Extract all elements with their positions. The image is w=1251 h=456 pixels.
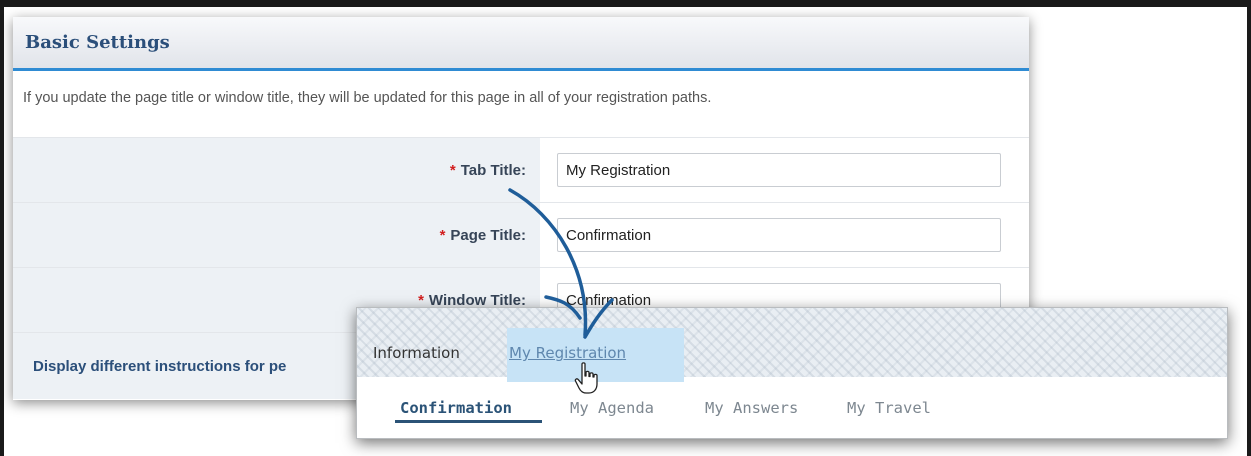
- hand-pointer-icon: [574, 362, 598, 394]
- panel-title: Basic Settings: [25, 32, 170, 53]
- required-marker: *: [449, 161, 456, 179]
- required-marker: *: [418, 291, 424, 309]
- page-title-input[interactable]: [557, 218, 1001, 252]
- page-title-label: Page Title:: [450, 226, 526, 244]
- navigation-preview-card: Information My Registration Confirmation…: [356, 307, 1228, 439]
- tab-title-input[interactable]: [557, 153, 1001, 187]
- page-title-row: * Page Title:: [13, 203, 1029, 268]
- top-tab-bar: [357, 308, 1227, 377]
- tab-title-row: * Tab Title:: [13, 138, 1029, 203]
- page-title-input-cell: [540, 203, 1029, 267]
- tab-my-registration[interactable]: My Registration: [509, 344, 626, 362]
- window-title-label: Window Title:: [428, 291, 526, 309]
- display-instructions-label[interactable]: Display different instructions for pe: [33, 358, 286, 375]
- active-subtab-underline: [395, 420, 542, 423]
- subtab-my-answers[interactable]: My Answers: [705, 399, 798, 417]
- page-title-label-cell: * Page Title:: [13, 203, 540, 267]
- subtab-my-agenda[interactable]: My Agenda: [570, 399, 654, 417]
- tab-title-label: Tab Title:: [460, 161, 526, 179]
- required-marker: *: [439, 226, 446, 244]
- panel-header: Basic Settings: [13, 17, 1029, 71]
- tab-title-label-cell: * Tab Title:: [13, 138, 540, 202]
- panel-intro-text: If you update the page title or window t…: [13, 71, 1029, 138]
- tab-information[interactable]: Information: [373, 344, 460, 362]
- tab-title-input-cell: [540, 138, 1029, 202]
- subtab-my-travel[interactable]: My Travel: [847, 399, 931, 417]
- subtab-confirmation[interactable]: Confirmation: [400, 399, 512, 417]
